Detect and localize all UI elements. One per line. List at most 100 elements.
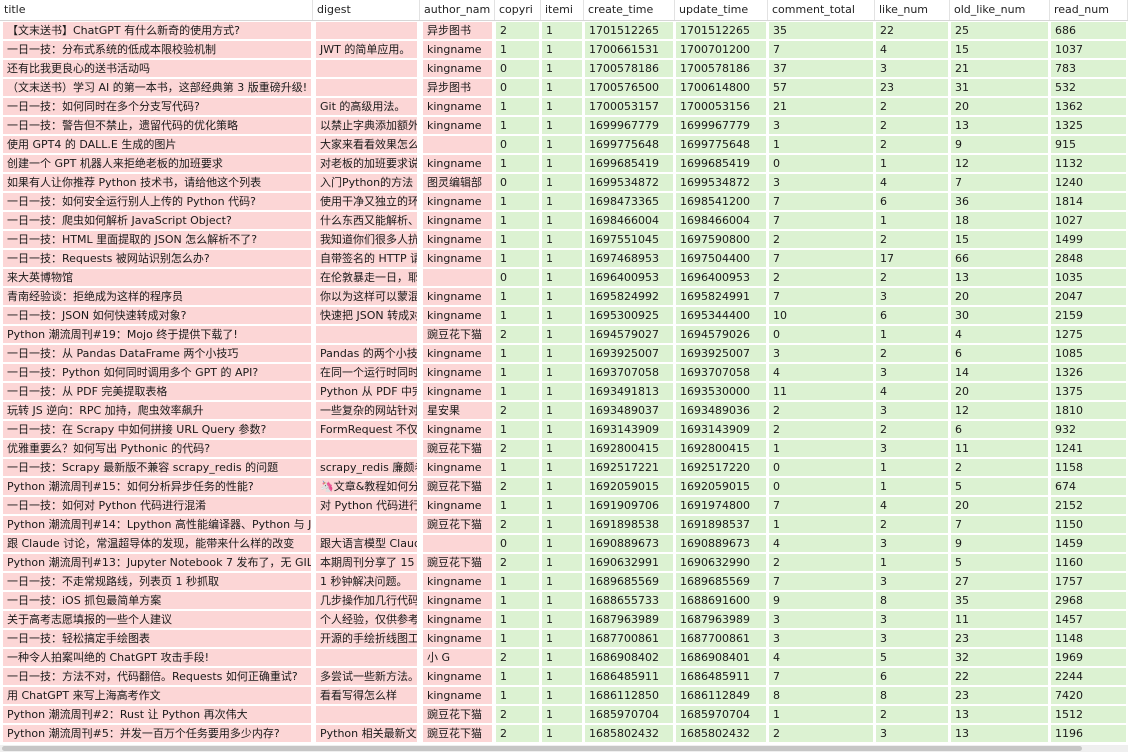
cell-digest[interactable]: 你以为这样可以蒙混 [316, 288, 417, 305]
cell-itemidx[interactable]: 1 [542, 79, 582, 96]
cell-oldlike[interactable]: 9 [951, 136, 1048, 153]
cell-copyright[interactable]: 2 [496, 402, 539, 419]
cell-author[interactable]: kingname [423, 421, 492, 438]
cell-comment[interactable]: 2 [769, 231, 873, 248]
cell-author[interactable]: 图灵编辑部 [423, 174, 492, 191]
cell-author[interactable]: kingname [423, 212, 492, 229]
cell-update[interactable]: 1692517220 [676, 459, 766, 476]
cell-title[interactable]: 一日一技：爬虫如何解析 JavaScript Object? [3, 212, 311, 229]
cell-oldlike[interactable]: 12 [951, 155, 1048, 172]
cell-author[interactable] [423, 269, 492, 286]
cell-read[interactable]: 1814 [1051, 193, 1126, 210]
cell-comment[interactable]: 2 [769, 421, 873, 438]
cell-author[interactable]: kingname [423, 687, 492, 704]
cell-create[interactable]: 1687700861 [585, 630, 673, 647]
cell-like[interactable]: 1 [876, 326, 948, 343]
cell-like[interactable]: 2 [876, 98, 948, 115]
cell-like[interactable]: 4 [876, 41, 948, 58]
scrollbar-thumb[interactable] [2, 746, 1082, 751]
cell-update[interactable]: 1687700861 [676, 630, 766, 647]
cell-digest[interactable]: 多尝试一些新方法。 [316, 668, 417, 685]
cell-update[interactable]: 1698466004 [676, 212, 766, 229]
cell-update[interactable]: 1697504400 [676, 250, 766, 267]
cell-update[interactable]: 1686112849 [676, 687, 766, 704]
cell-itemidx[interactable]: 1 [542, 364, 582, 381]
cell-itemidx[interactable]: 1 [542, 174, 582, 191]
cell-author[interactable] [423, 535, 492, 552]
cell-like[interactable]: 2 [876, 117, 948, 134]
cell-comment[interactable]: 7 [769, 288, 873, 305]
cell-title[interactable]: Python 潮流周刊#19：Mojo 终于提供下载了! [3, 326, 311, 343]
cell-author[interactable]: kingname [423, 668, 492, 685]
cell-digest[interactable]: 看看写得怎么样 [316, 687, 417, 704]
cell-title[interactable]: 一日一技：如何安全运行别人上传的 Python 代码? [3, 193, 311, 210]
cell-author[interactable]: kingname [423, 345, 492, 362]
cell-author[interactable]: kingname [423, 307, 492, 324]
table-row[interactable]: 一日一技：iOS 抓包最简单方案 几步操作加几行代码 kingname 1 1 16886… [0, 591, 1128, 610]
table-row[interactable]: 跟 Claude 讨论，常温超导体的发现，能带来什么样的改变 跟大语言模型 Cla… [0, 534, 1128, 553]
cell-title[interactable]: （文末送书）学习 AI 的第一本书，这部经典第 3 版重磅升级! [3, 79, 311, 96]
cell-comment[interactable]: 1 [769, 706, 873, 723]
cell-read[interactable]: 1240 [1051, 174, 1126, 191]
cell-digest[interactable]: 大家来看看效果怎么 [316, 136, 417, 153]
cell-oldlike[interactable]: 18 [951, 212, 1048, 229]
cell-oldlike[interactable]: 12 [951, 402, 1048, 419]
table-row[interactable]: 一种令人拍案叫绝的 ChatGPT 攻击手段! 小 G 2 1 1686908402 16… [0, 648, 1128, 667]
cell-itemidx[interactable]: 1 [542, 630, 582, 647]
cell-create[interactable]: 1699534872 [585, 174, 673, 191]
cell-itemidx[interactable]: 1 [542, 22, 582, 39]
cell-author[interactable]: 豌豆花下猫 [423, 706, 492, 723]
cell-digest[interactable]: JWT 的简单应用。 [316, 41, 417, 58]
table-row[interactable]: 一日一技：HTML 里面提取的 JSON 怎么解析不了? 我知道你们很多人抗 kin… [0, 230, 1128, 249]
cell-itemidx[interactable]: 1 [542, 212, 582, 229]
cell-title[interactable]: 一日一技：从 Pandas DataFrame 两个小技巧 [3, 345, 311, 362]
cell-oldlike[interactable]: 6 [951, 345, 1048, 362]
cell-author[interactable]: kingname [423, 250, 492, 267]
cell-digest[interactable] [316, 706, 417, 723]
table-row[interactable]: 一日一技：从 PDF 完美提取表格 Python 从 PDF 中完 kingname… [0, 382, 1128, 401]
cell-itemidx[interactable]: 1 [542, 402, 582, 419]
cell-like[interactable]: 5 [876, 649, 948, 666]
cell-read[interactable]: 1160 [1051, 554, 1126, 571]
cell-title[interactable]: 【文末送书】ChatGPT 有什么新奇的使用方式? [3, 22, 311, 39]
cell-read[interactable]: 1035 [1051, 269, 1126, 286]
cell-read[interactable]: 1810 [1051, 402, 1126, 419]
cell-comment[interactable]: 7 [769, 193, 873, 210]
table-row[interactable]: 创建一个 GPT 机器人来拒绝老板的加班要求 对老板的加班要求说 kingname 1… [0, 154, 1128, 173]
column-header-copyright[interactable]: copyri [495, 0, 541, 20]
cell-comment[interactable]: 4 [769, 364, 873, 381]
cell-oldlike[interactable]: 20 [951, 288, 1048, 305]
cell-like[interactable]: 1 [876, 554, 948, 571]
cell-like[interactable]: 1 [876, 155, 948, 172]
cell-title[interactable]: 一日一技：警告但不禁止，遗留代码的优化策略 [3, 117, 311, 134]
column-header-update[interactable]: update_time [675, 0, 768, 20]
cell-comment[interactable]: 0 [769, 155, 873, 172]
column-header-digest[interactable]: digest [313, 0, 420, 20]
cell-comment[interactable]: 7 [769, 668, 873, 685]
cell-like[interactable]: 3 [876, 402, 948, 419]
cell-author[interactable]: 豌豆花下猫 [423, 478, 492, 495]
cell-read[interactable]: 686 [1051, 22, 1126, 39]
cell-update[interactable]: 1700701200 [676, 41, 766, 58]
cell-update[interactable]: 1687963989 [676, 611, 766, 628]
cell-title[interactable]: 跟 Claude 讨论，常温超导体的发现，能带来什么样的改变 [3, 535, 311, 552]
cell-itemidx[interactable]: 1 [542, 668, 582, 685]
table-row[interactable]: 使用 GPT4 的 DALL.E 生成的图片 大家来看看效果怎么 0 1 1699775… [0, 135, 1128, 154]
cell-copyright[interactable]: 0 [496, 535, 539, 552]
cell-title[interactable]: Python 潮流周刊#13：Jupyter Notebook 7 发布了，无 … [3, 554, 311, 571]
cell-like[interactable]: 3 [876, 611, 948, 628]
cell-digest[interactable]: scrapy_redis 廉颇老 [316, 459, 417, 476]
cell-oldlike[interactable]: 66 [951, 250, 1048, 267]
cell-author[interactable]: 豌豆花下猫 [423, 326, 492, 343]
cell-read[interactable]: 2047 [1051, 288, 1126, 305]
cell-itemidx[interactable]: 1 [542, 269, 582, 286]
cell-author[interactable]: kingname [423, 155, 492, 172]
cell-title[interactable]: 一日一技：从 PDF 完美提取表格 [3, 383, 311, 400]
cell-update[interactable]: 1688691600 [676, 592, 766, 609]
cell-digest[interactable]: 入门Python的方法 [316, 174, 417, 191]
cell-comment[interactable]: 3 [769, 117, 873, 134]
cell-update[interactable]: 1690889673 [676, 535, 766, 552]
cell-itemidx[interactable]: 1 [542, 345, 582, 362]
cell-comment[interactable]: 8 [769, 687, 873, 704]
cell-title[interactable]: 一种令人拍案叫绝的 ChatGPT 攻击手段! [3, 649, 311, 666]
